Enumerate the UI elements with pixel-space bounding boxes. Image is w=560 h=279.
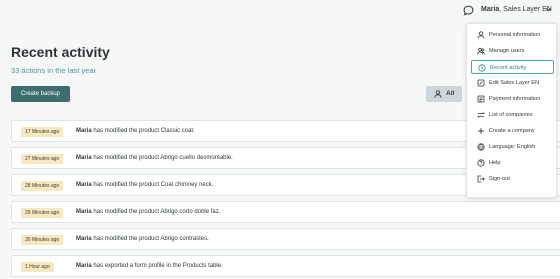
page-subtitle: 33 actions in the last year — [11, 66, 97, 75]
activity-text: Maria has modified the product Abrigo cu… — [76, 155, 233, 161]
activity-user: Maria — [76, 236, 92, 242]
activity-row: 1 Hour ago Maria has exported a form pro… — [11, 255, 560, 277]
time-badge: 29 Minutes ago — [21, 208, 64, 218]
help-icon — [477, 159, 485, 167]
activity-text: Maria has exported a form profile in the… — [76, 263, 223, 269]
menu-item-recent-activity[interactable]: Recent activity — [471, 60, 554, 74]
globe-icon — [477, 143, 485, 151]
menu-item-list-of-companies[interactable]: List of companies — [471, 108, 554, 122]
activity-user: Maria — [76, 209, 92, 215]
activity-description: has modified the product Coat chimney ne… — [91, 182, 214, 188]
menu-item-manage-users[interactable]: Manage users — [471, 44, 554, 58]
activity-description: has modified the product Classic coat. — [91, 128, 195, 134]
activity-description: has modified the product Abrigo contrast… — [91, 236, 209, 242]
menu-item-create-company[interactable]: Create a company — [471, 124, 554, 138]
menu-item-label: Manage users — [489, 48, 525, 54]
menu-item-label: Sign-out — [489, 176, 510, 182]
menu-item-label: Edit Sales Layer EN — [489, 80, 540, 86]
user-icon — [434, 90, 442, 98]
menu-item-language[interactable]: Language: English — [471, 140, 554, 154]
activity-row: 29 Minutes ago Maria has modified the pr… — [11, 201, 560, 223]
edit-icon — [477, 79, 485, 87]
menu-item-label: List of companies — [489, 112, 533, 118]
menu-item-personal-information[interactable]: Personal information — [471, 28, 554, 42]
menu-item-sign-out[interactable]: Sign-out — [471, 172, 554, 186]
menu-item-label: Recent activity — [490, 65, 527, 71]
time-badge: 17 Minutes ago — [21, 127, 64, 137]
menu-item-help[interactable]: Help — [471, 156, 554, 170]
user-context: , Sales Layer EN — [499, 6, 552, 13]
activity-text: Maria has modified the product Classic c… — [76, 128, 195, 134]
menu-item-label: Payment information — [489, 96, 541, 102]
create-backup-button[interactable]: Create backup — [11, 86, 70, 102]
menu-item-payment-information[interactable]: Payment information — [471, 92, 554, 106]
activity-description: has modified the product Abrigo cuello d… — [91, 155, 233, 161]
menu-item-label: Language: English — [489, 144, 536, 150]
activity-user: Maria — [76, 128, 92, 134]
time-badge: 27 Minutes ago — [21, 154, 64, 164]
user-dropdown-menu: Personal information Manage users Recent… — [466, 23, 557, 198]
activity-text: Maria has modified the product Coat chim… — [76, 182, 213, 188]
menu-item-edit-company[interactable]: Edit Sales Layer EN — [471, 76, 554, 90]
filter-all-label: All — [446, 90, 455, 97]
menu-item-label: Create a company — [489, 128, 535, 134]
activity-user: Maria — [76, 263, 92, 269]
activity-user: Maria — [76, 155, 92, 161]
activity-text: Maria has modified the product Abrigo co… — [76, 236, 209, 242]
users-icon — [477, 47, 485, 55]
payment-icon — [477, 95, 485, 103]
activity-text: Maria has modified the product Abrigo co… — [76, 209, 220, 215]
clock-icon — [478, 64, 486, 72]
menu-item-label: Help — [489, 160, 501, 166]
activity-row: 30 Minutes ago Maria has modified the pr… — [11, 228, 560, 250]
filter-all-button[interactable]: All — [426, 86, 462, 102]
list-icon — [477, 112, 485, 118]
page-title: Recent activity — [11, 44, 110, 60]
user-menu-button[interactable]: Maria, Sales Layer EN — [481, 6, 552, 13]
signout-icon — [477, 175, 485, 183]
activity-description: has exported a form profile in the Produ… — [91, 263, 223, 269]
activity-description: has modified the product Abrigo corto do… — [91, 209, 221, 215]
user-icon — [477, 31, 485, 39]
menu-item-label: Personal information — [489, 32, 541, 38]
time-badge: 1 Hour ago — [21, 262, 54, 272]
activity-user: Maria — [76, 182, 92, 188]
top-bar: Maria, Sales Layer EN — [0, 0, 560, 22]
chevron-down-icon[interactable] — [545, 6, 552, 13]
time-badge: 30 Minutes ago — [21, 235, 64, 245]
user-name: Maria — [481, 6, 500, 13]
chat-icon[interactable] — [463, 5, 474, 16]
time-badge: 28 Minutes ago — [21, 181, 64, 191]
plus-icon — [478, 128, 484, 134]
